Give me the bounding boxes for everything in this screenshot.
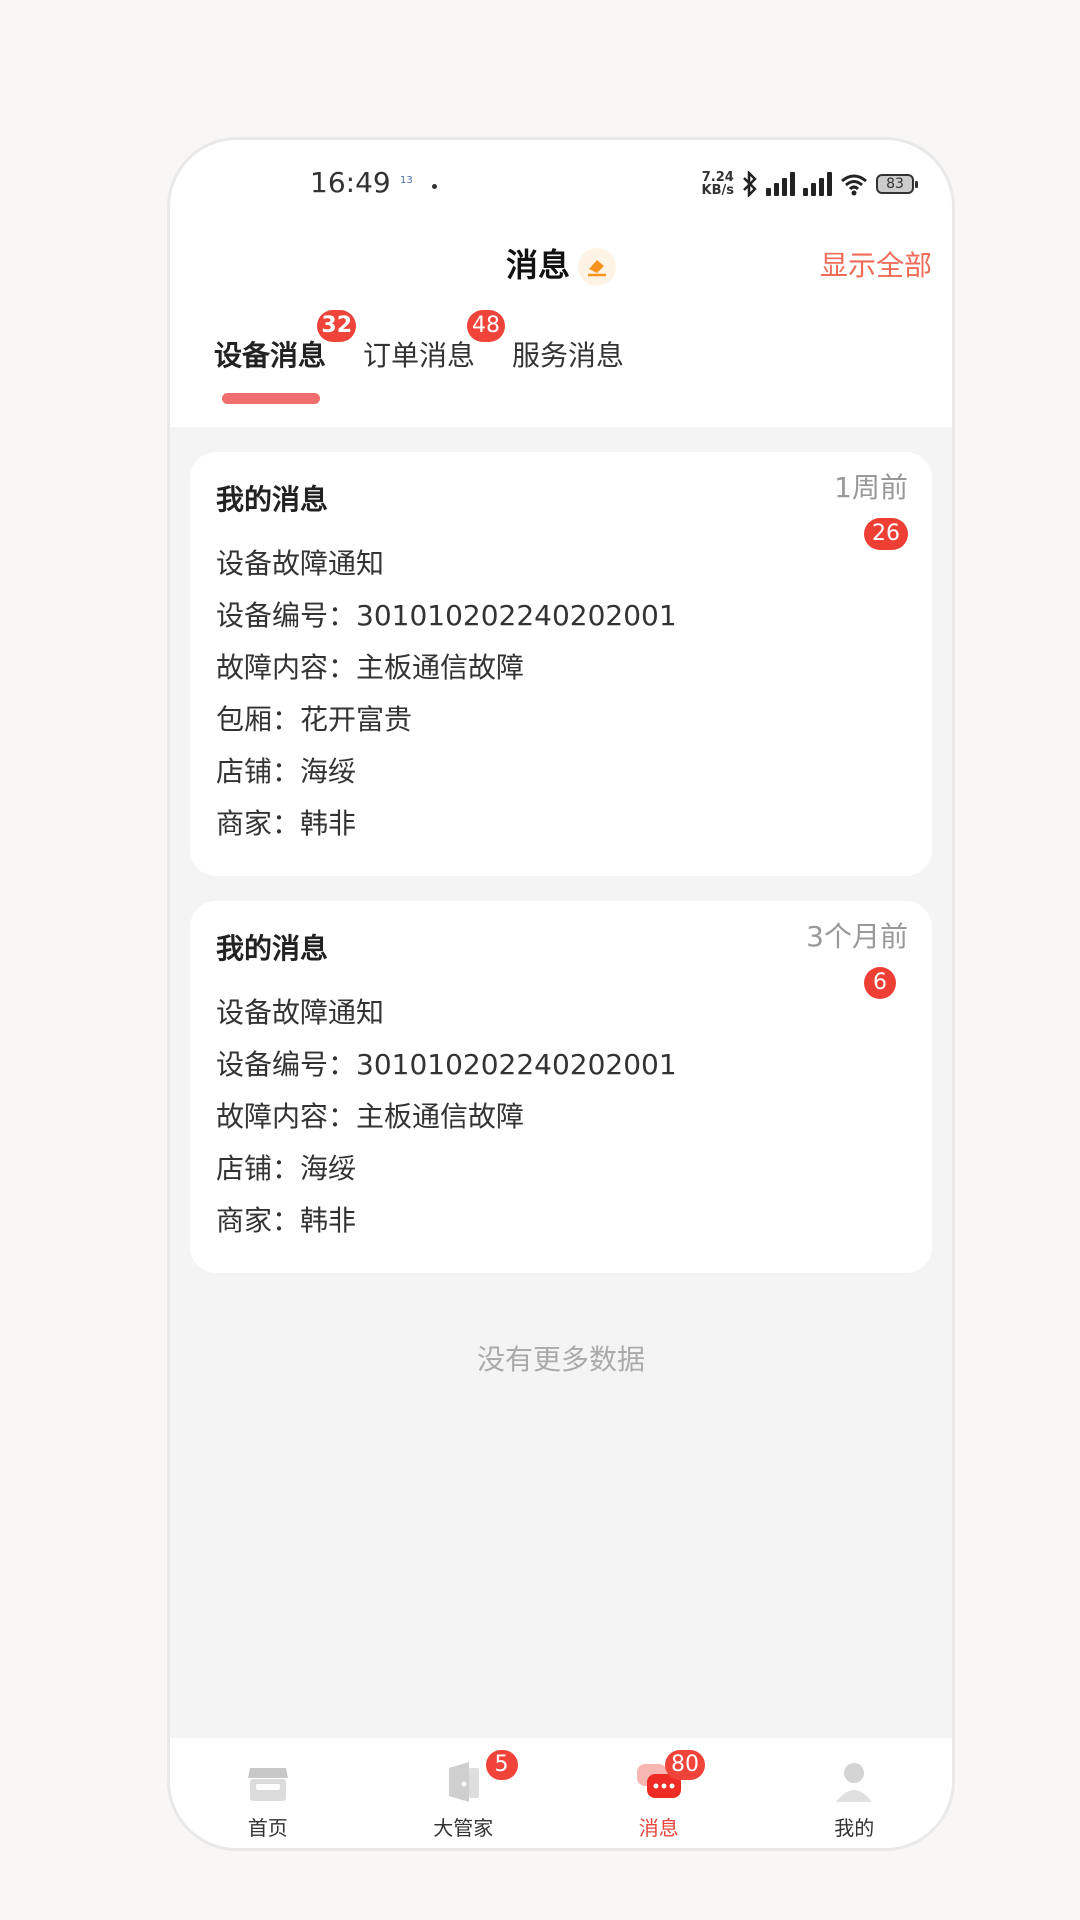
tab-service-messages[interactable]: 服务消息: [512, 334, 624, 374]
card-time: 3个月前: [806, 920, 908, 953]
battery-level: 83: [886, 176, 904, 192]
active-tab-indicator: [222, 393, 320, 404]
butler-icon: [449, 1762, 480, 1802]
merchant: 商家：韩非: [216, 1204, 357, 1237]
signal-icon-1: [766, 172, 795, 196]
nav-item-butler[interactable]: 5 大管家: [366, 1738, 562, 1848]
message-card[interactable]: 我的消息 1周前 26 设备故障通知 设备编号：3010102022402020…: [190, 452, 932, 876]
store: 店铺：海绥: [216, 1152, 357, 1185]
nav-label: 我的: [834, 1816, 875, 1840]
store-icon: [247, 1768, 288, 1801]
nav-label: 首页: [247, 1816, 288, 1840]
tab-device-messages[interactable]: 设备消息 32: [214, 310, 357, 374]
notice-type: 设备故障通知: [216, 547, 385, 580]
card-title: 我的消息: [216, 483, 329, 516]
user-icon: [836, 1763, 873, 1802]
card-title: 我的消息: [216, 932, 329, 965]
unread-count-badge: 6: [864, 967, 896, 999]
device-number: 设备编号：301010202240202001: [216, 1048, 677, 1081]
tab-label: 设备消息: [214, 339, 327, 372]
phone-frame: 16:49 13 7.24 KB/s 83 消息 显示全部 设备消息 32 订单…: [167, 137, 955, 1851]
room: 包厢：花开富贵: [216, 703, 413, 736]
eraser-icon[interactable]: [578, 248, 616, 286]
card-body: 设备故障通知 设备编号：301010202240202001 故障内容：主板通信…: [216, 538, 677, 850]
card-body: 设备故障通知 设备编号：301010202240202001 故障内容：主板通信…: [216, 987, 677, 1247]
fault-content: 故障内容：主板通信故障: [216, 1100, 525, 1133]
page-title-text: 消息: [505, 246, 570, 284]
wifi-icon: [841, 174, 867, 196]
tab-order-messages[interactable]: 订单消息 48: [363, 310, 506, 374]
tab-label: 订单消息: [363, 339, 476, 372]
no-more-data-text: 没有更多数据: [476, 1343, 645, 1376]
nav-label: 消息: [638, 1816, 679, 1840]
status-time: 16:49: [310, 166, 391, 199]
bottom-nav: 首页 5 大管家 80 消息 我的: [170, 1738, 952, 1848]
tab-badge: 32: [317, 310, 357, 342]
nav-badge: 80: [665, 1750, 705, 1780]
tab-label: 服务消息: [512, 339, 625, 372]
status-icons: 7.24 KB/s 83: [702, 168, 918, 200]
nav-item-home[interactable]: 首页: [170, 1738, 366, 1848]
net-speed: 7.24 KB/s: [702, 171, 734, 197]
nav-label: 大管家: [433, 1816, 494, 1840]
tab-badge: 48: [467, 310, 506, 342]
status-dot: [432, 184, 437, 189]
device-number: 设备编号：301010202240202001: [216, 599, 677, 632]
fault-content: 故障内容：主板通信故障: [216, 651, 525, 684]
nav-item-messages[interactable]: 80 消息: [561, 1738, 757, 1848]
nav-badge: 5: [485, 1750, 518, 1780]
notice-type: 设备故障通知: [216, 996, 385, 1029]
bluetooth-icon: [743, 171, 757, 197]
store: 店铺：海绥: [216, 755, 357, 788]
nav-item-mine[interactable]: 我的: [757, 1738, 953, 1848]
status-small-indicator: 13: [400, 175, 413, 186]
battery-icon: 83: [876, 174, 918, 194]
message-tabs: 设备消息 32 订单消息 48 服务消息: [214, 310, 661, 374]
show-all-button[interactable]: 显示全部: [820, 244, 932, 284]
merchant: 商家：韩非: [216, 807, 357, 840]
card-time: 1周前: [834, 471, 908, 504]
signal-icon-2: [803, 172, 832, 196]
unread-count-badge: 26: [864, 518, 908, 550]
net-speed-unit: KB/s: [701, 183, 734, 198]
message-card[interactable]: 我的消息 3个月前 6 设备故障通知 设备编号：3010102022402020…: [190, 901, 932, 1273]
